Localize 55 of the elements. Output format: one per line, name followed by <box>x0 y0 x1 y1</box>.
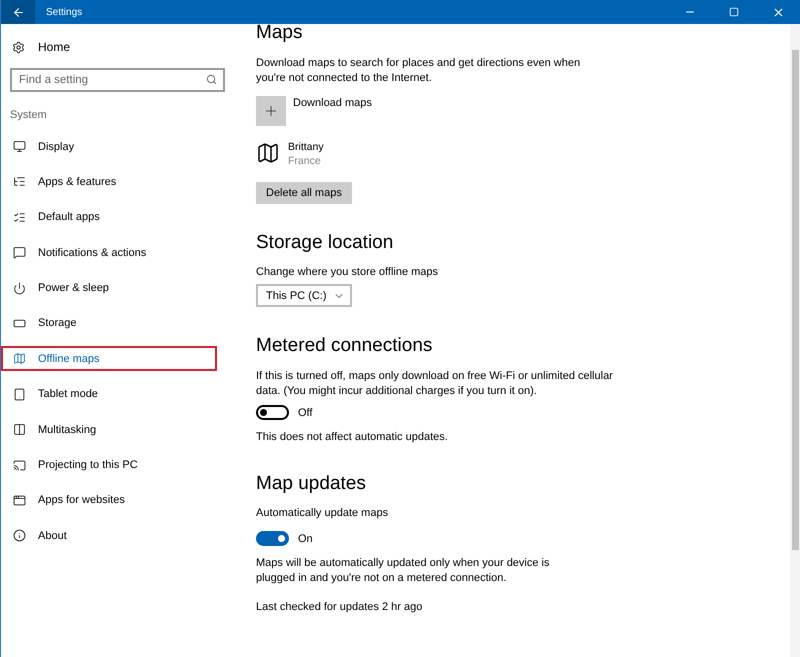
back-icon <box>12 6 24 18</box>
toggle-switch[interactable] <box>256 531 289 546</box>
sidebar-item[interactable]: About <box>1 523 217 548</box>
section-heading: Map updates <box>256 473 367 495</box>
storage-dropdown[interactable]: This PC (C:) <box>256 284 352 307</box>
search-icon <box>206 74 217 85</box>
search-field[interactable]: Find a setting <box>10 68 225 92</box>
toggle-label: On <box>298 532 313 544</box>
sidebar-item[interactable]: Multitasking <box>1 417 217 442</box>
back-button[interactable] <box>1 0 35 24</box>
download-maps-link[interactable]: Download maps <box>293 96 372 110</box>
settings-icon <box>12 40 25 54</box>
map-name: Brittany <box>288 141 324 153</box>
checklist-icon <box>13 210 26 224</box>
home-link[interactable]: Home <box>1 36 70 58</box>
field-label: Automatically update maps <box>256 507 390 519</box>
sidebar-item[interactable]: Default apps <box>1 204 217 230</box>
sidebar-item[interactable]: Notifications & actions <box>1 240 217 266</box>
map-icon <box>13 352 26 366</box>
plus-icon <box>263 103 279 119</box>
close-icon <box>772 6 784 18</box>
group-label: System <box>10 109 48 121</box>
sidebar-item[interactable]: Tablet mode <box>1 382 217 407</box>
download-maps-button[interactable] <box>256 96 286 126</box>
sidebar-item[interactable]: Apps & features <box>1 169 217 194</box>
map-country: France <box>288 155 322 167</box>
power-icon <box>13 282 26 295</box>
delete-maps-button[interactable]: Delete all maps <box>256 182 352 204</box>
field-label: Change where you store offline maps <box>256 266 440 278</box>
tablet-icon <box>13 388 26 401</box>
sidebar-item[interactable]: Offline maps <box>1 346 217 372</box>
map-icon <box>256 141 280 165</box>
sidebar-item[interactable]: Storage <box>1 310 217 336</box>
app-window-icon <box>13 494 26 507</box>
info-icon <box>13 529 26 542</box>
section-heading: Metered connections <box>256 335 434 357</box>
toggle-label: Off <box>298 406 312 418</box>
sidebar-item[interactable]: Power & sleep <box>1 276 217 301</box>
section-heading: Storage location <box>256 232 394 254</box>
section-heading: Maps <box>256 22 304 44</box>
section-description: Download maps to search for places and get directions even when you're not connected to the Internet. <box>256 56 582 86</box>
sidebar-item[interactable]: Display <box>1 134 217 159</box>
status-text: Last checked for updates 2 hr ago <box>256 600 424 615</box>
note-text: Maps will be automatically updated only when your device is plugged in and you're not on a metered connection. <box>256 556 550 586</box>
sidebar-item[interactable]: Projecting to this PC <box>1 452 217 478</box>
speech-bubble-icon <box>13 246 26 260</box>
section-description: If this is turned off, maps only download on free Wi-Fi or unlimited cellular data. (You might incur additional charges if you turn it on). <box>256 369 614 399</box>
window-title: Settings <box>46 6 84 18</box>
sidebar-item[interactable]: Apps for websites <box>1 488 217 513</box>
maximize-icon <box>729 7 739 17</box>
monitor-icon <box>13 140 26 153</box>
toggle-switch[interactable] <box>256 405 289 420</box>
note-text: This does not affect automatic updates. <box>256 430 449 445</box>
list-icon <box>13 175 26 188</box>
scrollbar[interactable] <box>790 24 800 657</box>
